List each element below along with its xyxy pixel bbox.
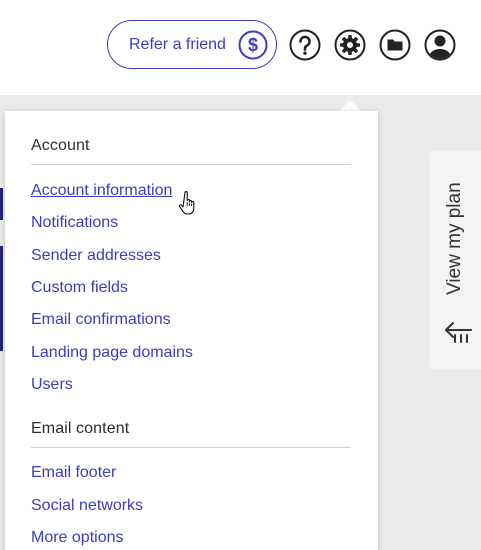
refer-a-friend-button[interactable]: Refer a friend $ — [107, 20, 277, 69]
menu-item-social-networks[interactable]: Social networks — [31, 497, 143, 515]
dollar-icon: $ — [238, 30, 268, 60]
menu-item-account-information[interactable]: Account information — [31, 182, 172, 200]
menu-item-sender-addresses[interactable]: Sender addresses — [31, 247, 161, 265]
top-bar: Refer a friend $ — [0, 0, 481, 95]
menu-item-custom-fields[interactable]: Custom fields — [31, 279, 128, 297]
settings-dropdown-menu: Account Account information Notification… — [5, 111, 378, 550]
help-icon[interactable] — [289, 29, 321, 61]
divider — [31, 164, 351, 165]
account-icon[interactable] — [424, 29, 456, 61]
view-my-plan-tab[interactable]: View my plan — [430, 151, 481, 369]
view-my-plan-label: View my plan — [444, 182, 465, 296]
hand-pointer-icon — [179, 191, 195, 215]
menu-item-landing-page-domains[interactable]: Landing page domains — [31, 344, 193, 362]
menu-item-notifications[interactable]: Notifications — [31, 214, 118, 232]
settings-icon[interactable] — [334, 29, 366, 61]
menu-item-users[interactable]: Users — [31, 376, 73, 394]
nav-strip-segment — [0, 188, 3, 220]
section-title-email-content: Email content — [31, 420, 130, 437]
menu-item-email-footer[interactable]: Email footer — [31, 464, 116, 482]
nav-strip-segment — [0, 246, 3, 351]
svg-text:$: $ — [248, 35, 258, 55]
section-title-account: Account — [31, 137, 90, 154]
collapse-left-icon — [445, 322, 472, 343]
divider — [31, 447, 351, 448]
menu-item-email-confirmations[interactable]: Email confirmations — [31, 311, 171, 329]
refer-a-friend-label: Refer a friend — [129, 36, 226, 53]
menu-item-more-options[interactable]: More options — [31, 529, 124, 547]
folder-icon[interactable] — [379, 29, 411, 61]
